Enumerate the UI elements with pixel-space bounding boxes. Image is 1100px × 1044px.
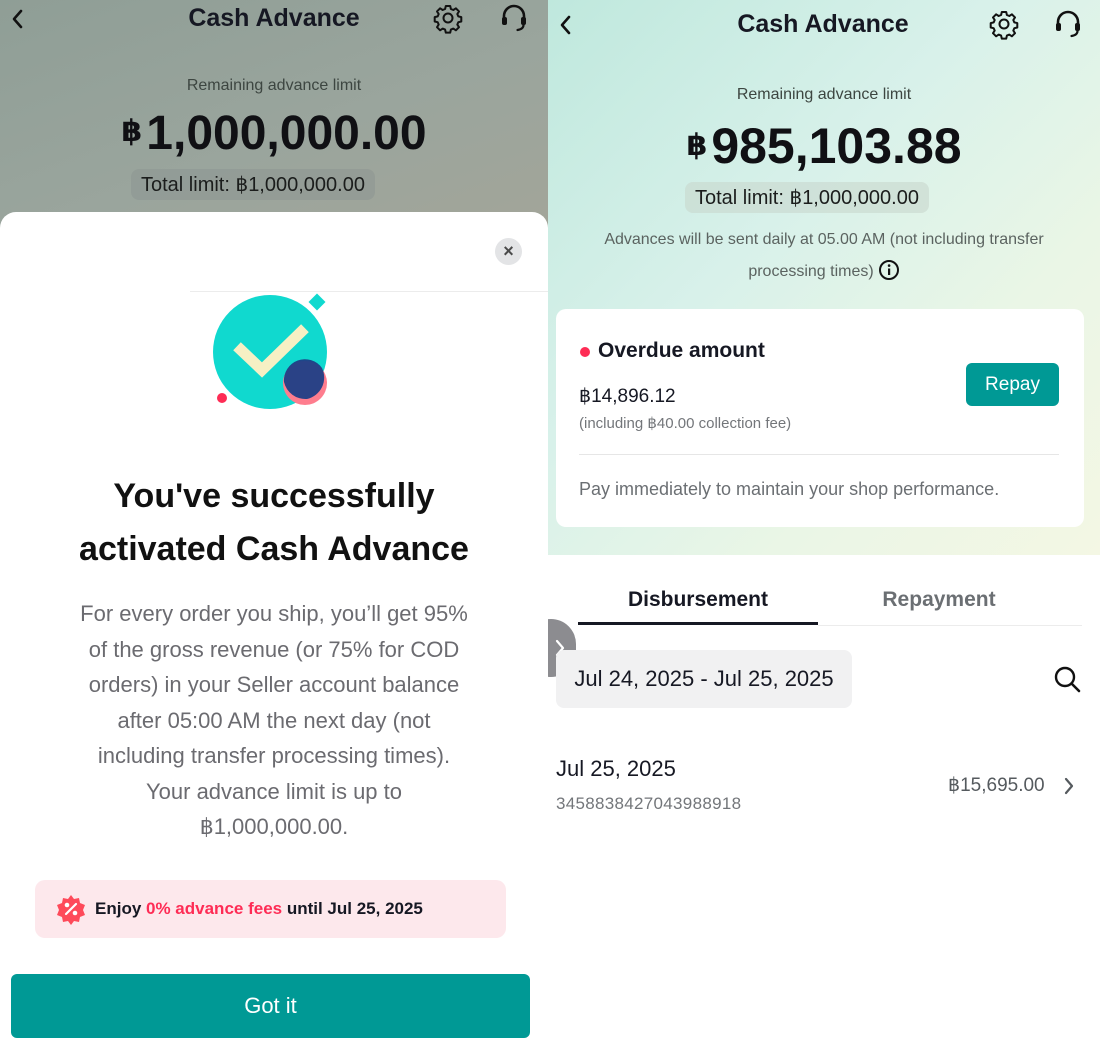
right-screen: Cash Advance Remaining advance limit ฿98… — [548, 0, 1100, 1044]
repay-button[interactable]: Repay — [966, 363, 1059, 406]
promo-text-after: until Jul 25, 2025 — [282, 899, 423, 918]
success-title-line-2: activated Cash Advance — [79, 530, 469, 568]
currency-symbol: ฿ — [686, 129, 708, 162]
date-range-filter[interactable]: Jul 24, 2025 - Jul 25, 2025 — [556, 650, 852, 708]
top-navigation-bar: Cash Advance — [548, 0, 1100, 50]
remaining-limit-label: Remaining advance limit — [186, 77, 362, 94]
overdue-indicator-dot — [580, 347, 590, 357]
close-dialog-button[interactable]: × — [495, 238, 522, 265]
remaining-limit-amount: ฿1,000,000.00 — [0, 106, 548, 161]
promo-text-before: Enjoy — [95, 899, 147, 918]
got-it-button[interactable]: Got it — [11, 974, 530, 1038]
left-screen: Cash Advance Remaining advance limit ฿1,… — [0, 0, 548, 1044]
active-tab-indicator — [578, 622, 818, 625]
tab-repayment[interactable]: Repayment — [818, 588, 1060, 612]
overdue-amount: ฿14,896.12 — [579, 386, 676, 407]
tab-disbursement[interactable]: Disbursement — [578, 588, 818, 612]
collection-fee-note: (including ฿40.00 collection fee) — [579, 415, 792, 432]
gear-icon[interactable] — [432, 2, 464, 34]
promo-banner: Enjoy 0% advance fees until Jul 25, 2025 — [35, 880, 506, 938]
remaining-limit-value: 985,103.88 — [711, 118, 962, 174]
total-limit-badge: Total limit: ฿1,000,000.00 — [685, 182, 929, 213]
overdue-card: Overdue amount ฿14,896.12 (including ฿40… — [556, 309, 1084, 527]
overdue-tip: Pay immediately to maintain your shop pe… — [579, 479, 1000, 499]
record-id: 3458838427043988918 — [556, 794, 742, 813]
chevron-right-icon — [1064, 777, 1074, 795]
description-line: ฿1,000,000.00. — [199, 814, 349, 839]
tab-bar-divider — [818, 625, 1082, 626]
search-icon[interactable] — [1053, 665, 1081, 693]
note-line-1: Advances will be sent daily at 05.00 AM … — [604, 231, 1044, 248]
success-description: For every order you ship, you’ll get 95%… — [40, 596, 508, 845]
gear-icon[interactable] — [988, 8, 1020, 40]
description-line: after 05:00 AM the next day (not — [117, 707, 431, 733]
note-line-2: processing times) — [568, 256, 1080, 288]
description-line: of the gross revenue (or 75% for COD — [88, 636, 460, 662]
total-limit-badge: Total limit: ฿1,000,000.00 — [131, 169, 375, 200]
description-line: orders) in your Seller account balance — [88, 672, 460, 697]
info-icon[interactable] — [878, 259, 900, 281]
customer-service-icon[interactable] — [498, 2, 530, 34]
description-line: For every order you ship, you’ll get 95% — [80, 601, 468, 626]
success-title-line-1: You've successfully — [113, 477, 435, 515]
note-line-2-text: processing times) — [748, 263, 874, 280]
overdue-title: Overdue amount — [598, 339, 765, 362]
success-checkmark-illustration — [213, 293, 327, 409]
record-amount: ฿15,695.00 — [948, 775, 1045, 796]
description-line: including transfer processing times). — [97, 743, 451, 768]
promo-highlight: 0% advance fees — [146, 899, 283, 918]
card-divider — [579, 454, 1059, 455]
description-line: Your advance limit is up to — [146, 778, 402, 804]
remaining-limit-amount: ฿985,103.88 — [548, 117, 1100, 175]
customer-service-icon[interactable] — [1052, 8, 1084, 40]
top-navigation-bar: Cash Advance — [0, 0, 548, 40]
remaining-limit-label: Remaining advance limit — [736, 86, 912, 103]
currency-symbol: ฿ — [121, 115, 143, 148]
disbursement-schedule-note: Advances will be sent daily at 05.00 AM … — [568, 224, 1080, 288]
success-title: You've successfully activated Cash Advan… — [20, 470, 528, 576]
page-title: Cash Advance — [188, 4, 360, 32]
remaining-limit-value: 1,000,000.00 — [146, 107, 427, 160]
record-date: Jul 25, 2025 — [556, 756, 676, 781]
discount-badge-icon — [57, 895, 85, 925]
